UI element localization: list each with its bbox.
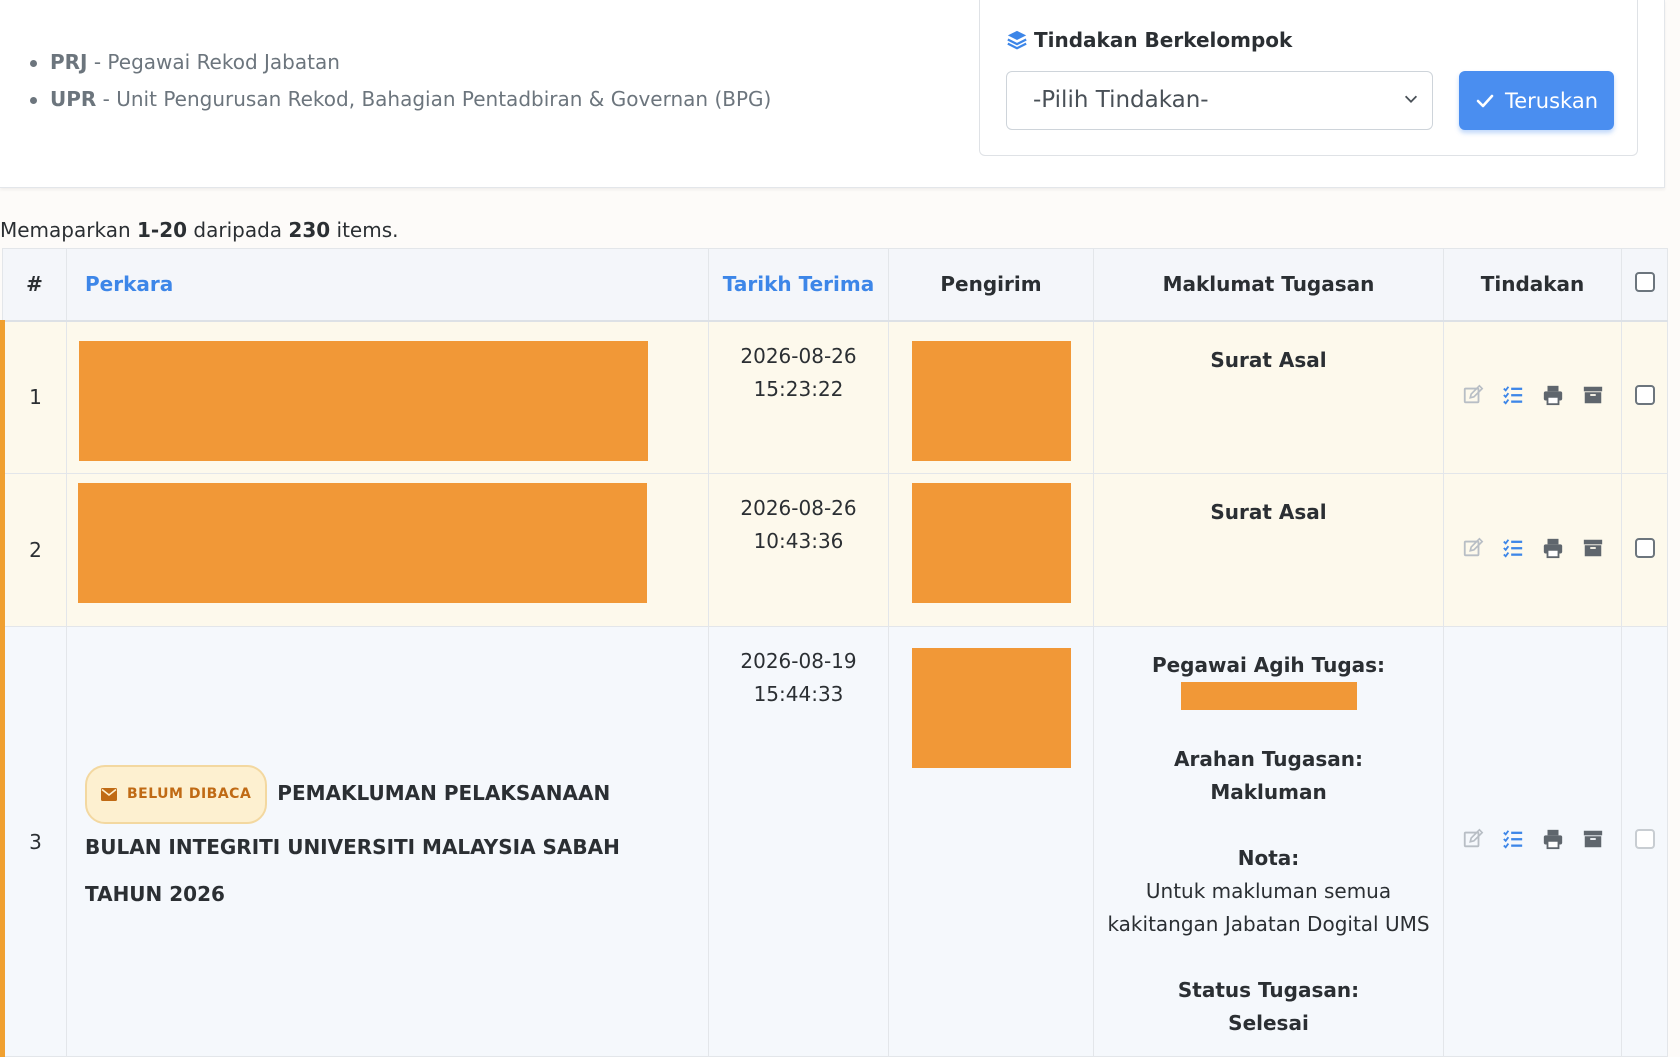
row-number: 2 (0, 473, 67, 627)
row-number: 1 (0, 320, 67, 474)
task-info-cell: Surat Asal (1093, 473, 1444, 627)
legend-list: PRJ - Pegawai Rekod Jabatan UPR - Unit P… (30, 44, 771, 118)
received-date-cell: 2026-08-26 15:23:22 (708, 320, 889, 474)
actions-cell (1443, 320, 1622, 474)
legend-item-upr: UPR - Unit Pengurusan Rekod, Bahagian Pe… (30, 81, 771, 118)
subject-cell: BELUM DIBACA PEMAKLUMAN PELAKSANAAN BULA… (66, 626, 709, 1057)
chevron-down-icon (1404, 95, 1418, 103)
sender-cell (888, 320, 1094, 474)
sender-cell (888, 626, 1094, 1057)
header-tarikh-sort[interactable]: Tarikh Terima (708, 248, 889, 322)
subject-cell (66, 473, 709, 627)
row-checkbox[interactable] (1634, 384, 1655, 405)
redacted-subject (79, 340, 648, 461)
records-table: # Perkara Tarikh Terima Pengirim Makluma… (0, 248, 1668, 1057)
row-select-cell (1621, 626, 1668, 1057)
header-pengirim: Pengirim (888, 248, 1094, 322)
task-info-cell: Surat Asal (1093, 320, 1444, 474)
unread-badge: BELUM DIBACA (85, 765, 268, 824)
checklist-icon[interactable] (1502, 537, 1524, 559)
row-select-cell (1621, 320, 1668, 474)
bulk-action-select[interactable]: -Pilih Tindakan- (1006, 71, 1433, 130)
check-icon (1476, 94, 1494, 107)
print-icon[interactable] (1542, 384, 1564, 406)
legend-item-prj: PRJ - Pegawai Rekod Jabatan (30, 44, 771, 81)
checklist-icon[interactable] (1502, 384, 1524, 406)
header-number: # (2, 248, 67, 322)
bulk-action-title: Tindakan Berkelompok (1006, 28, 1292, 52)
row-checkbox-disabled (1634, 829, 1655, 849)
actions-cell (1443, 626, 1622, 1057)
header-select-all (1621, 248, 1668, 322)
subject-cell (66, 320, 709, 474)
redacted-sender (912, 483, 1071, 603)
select-all-checkbox[interactable] (1634, 271, 1655, 292)
received-date-cell: 2026-08-19 15:44:33 (708, 626, 889, 1057)
envelope-icon (101, 788, 117, 801)
row-checkbox[interactable] (1634, 537, 1655, 558)
bulk-action-panel: Tindakan Berkelompok -Pilih Tindakan- Te… (979, 0, 1638, 156)
header-perkara-sort[interactable]: Perkara (66, 248, 709, 322)
archive-icon[interactable] (1582, 828, 1604, 850)
edit-icon[interactable] (1462, 537, 1484, 559)
top-panel: PRJ - Pegawai Rekod Jabatan UPR - Unit P… (0, 0, 1665, 188)
table-row[interactable]: 2 2026-08-26 10:43:36 Surat Asal (0, 473, 1668, 627)
redacted-sender (912, 340, 1071, 461)
checklist-icon[interactable] (1502, 828, 1524, 850)
redacted-sender (912, 648, 1071, 768)
edit-icon[interactable] (1462, 828, 1484, 850)
sender-cell (888, 473, 1094, 627)
table-row[interactable]: 1 2026-08-26 15:23:22 Surat Asal (0, 320, 1668, 474)
archive-icon[interactable] (1582, 384, 1604, 406)
row-number: 3 (0, 626, 67, 1057)
table-header-row: # Perkara Tarikh Terima Pengirim Makluma… (2, 248, 1668, 322)
received-date-cell: 2026-08-26 10:43:36 (708, 473, 889, 627)
redacted-officer (1180, 682, 1357, 710)
subject-text-block[interactable]: BELUM DIBACA PEMAKLUMAN PELAKSANAAN BULA… (85, 765, 678, 918)
archive-icon[interactable] (1582, 537, 1604, 559)
layers-icon (1007, 30, 1027, 50)
actions-cell (1443, 473, 1622, 627)
table-row[interactable]: 3 BELUM DIBACA PEMAKLUMAN PELAKSANAAN BU… (0, 626, 1668, 1057)
task-info-cell: Pegawai Agih Tugas: Arahan Tugasan: Makl… (1093, 626, 1444, 1057)
redacted-subject (78, 483, 647, 603)
header-maklumat: Maklumat Tugasan (1093, 248, 1444, 322)
results-summary: Memaparkan 1-20 daripada 230 items. (0, 218, 399, 242)
print-icon[interactable] (1542, 828, 1564, 850)
print-icon[interactable] (1542, 537, 1564, 559)
row-select-cell (1621, 473, 1668, 627)
header-tindakan: Tindakan (1443, 248, 1622, 322)
edit-icon[interactable] (1462, 384, 1484, 406)
proceed-button[interactable]: Teruskan (1459, 71, 1614, 130)
